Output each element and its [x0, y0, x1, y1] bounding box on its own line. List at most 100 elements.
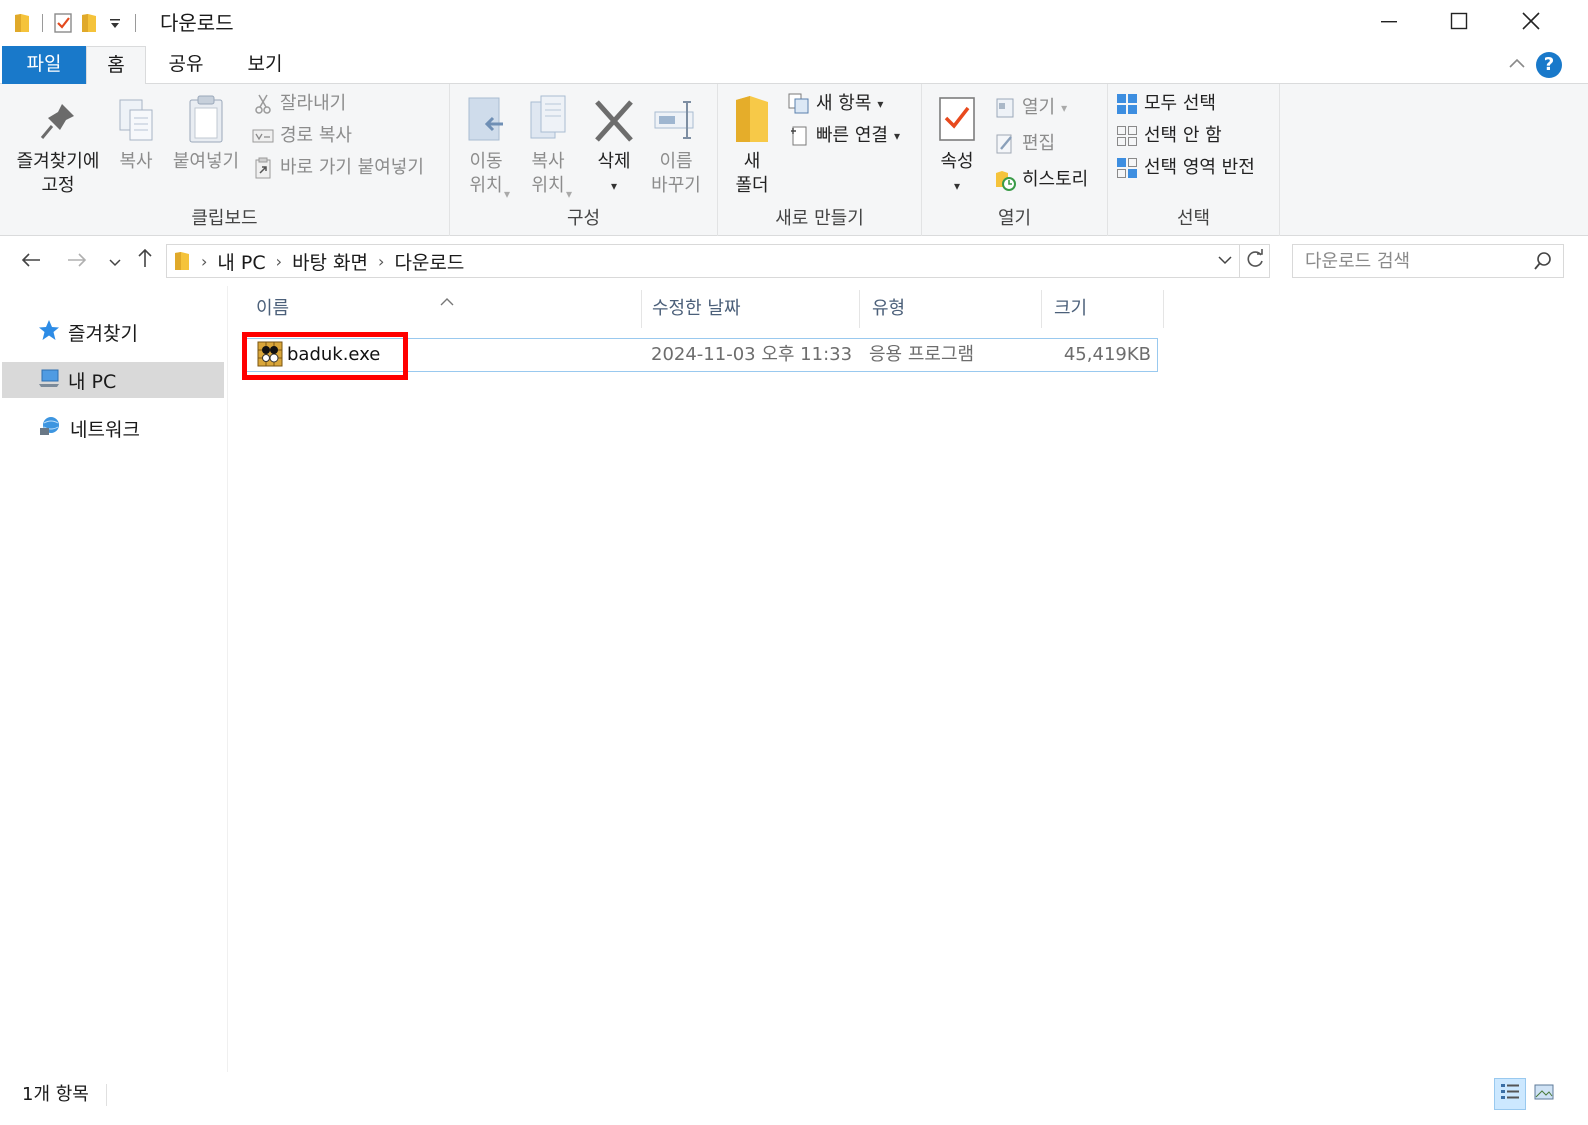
minimize-icon: [1380, 12, 1398, 34]
address-bar[interactable]: › 내 PC › 바탕 화면 › 다운로드: [166, 244, 1270, 278]
qat-separator: [42, 14, 43, 32]
caret-down-icon: ▾: [953, 179, 961, 193]
column-header-date-modified[interactable]: 수정한 날짜: [640, 290, 860, 328]
tab-share[interactable]: 공유: [156, 46, 216, 84]
minimize-button[interactable]: [1354, 0, 1424, 46]
new-folder-button[interactable]: 새 폴더: [726, 92, 778, 198]
item-count: 1개 항목: [22, 1084, 89, 1105]
delete-button[interactable]: 삭제 ▾: [586, 92, 642, 198]
invert-selection-button[interactable]: 선택 영역 반전: [1116, 154, 1255, 182]
properties-check-icon: [933, 92, 981, 144]
tab-view[interactable]: 보기: [232, 46, 298, 84]
recent-locations-button[interactable]: [100, 246, 130, 276]
copy-button[interactable]: 복사: [108, 92, 164, 174]
properties-icon[interactable]: [53, 12, 73, 34]
navigation-bar: › 내 PC › 바탕 화면 › 다운로드: [0, 236, 1588, 286]
file-row[interactable]: baduk.exe 2024-11-03 오후 11:33 응용 프로그램 45…: [244, 338, 1158, 372]
easy-access-button[interactable]: 빠른 연결 ▾: [788, 122, 900, 150]
select-none-button[interactable]: 선택 안 함: [1116, 122, 1222, 150]
new-item-label: 새 항목: [816, 93, 872, 114]
invert-selection-label: 선택 영역 반전: [1144, 157, 1255, 178]
pin-to-quick-access-button[interactable]: 즐겨찾기에 고정: [8, 92, 108, 198]
star-icon: [38, 319, 60, 346]
new-item-icon: [788, 93, 810, 115]
quick-access-toolbar: [12, 10, 140, 36]
history-button[interactable]: 히스토리: [994, 166, 1088, 194]
file-name: baduk.exe: [287, 344, 381, 365]
paste-label: 붙여넣기: [172, 151, 240, 172]
column-header-label: 수정한 날짜: [652, 298, 741, 319]
select-all-icon: [1116, 93, 1138, 115]
select-all-button[interactable]: 모두 선택: [1116, 90, 1216, 118]
column-header-label: 크기: [1054, 298, 1088, 319]
tab-file[interactable]: 파일: [2, 46, 86, 84]
chevron-down-icon: [1218, 253, 1232, 269]
copy-to-button[interactable]: 복사 위치 ▾: [518, 92, 578, 201]
arrow-right-icon: [67, 249, 87, 274]
network-icon: [38, 415, 62, 442]
collapse-ribbon-button[interactable]: [1504, 50, 1530, 76]
nav-item-network[interactable]: 네트워크: [2, 410, 224, 446]
paste-shortcut-button[interactable]: 바로 가기 붙여넣기: [252, 154, 424, 182]
select-group: 모두 선택 선택 안 함 선택 영역 반전 선택: [1108, 84, 1280, 236]
open-group: 속성 ▾ 열기 ▾ 편집 히스토리 열기: [922, 84, 1108, 236]
details-view-button[interactable]: [1494, 1078, 1526, 1110]
open-button[interactable]: 열기 ▾: [994, 94, 1067, 122]
chevron-right-icon[interactable]: ›: [378, 252, 384, 271]
clipboard-group: 즐겨찾기에 고정 복사 붙여넣기 잘라내기 경로 복사 바로 가기 붙여넣기 클…: [0, 84, 450, 236]
search-box[interactable]: [1292, 244, 1564, 278]
nav-item-this-pc[interactable]: 내 PC: [2, 362, 224, 398]
delete-x-icon: [590, 92, 638, 144]
address-dropdown-button[interactable]: [1211, 253, 1239, 269]
search-input[interactable]: [1293, 245, 1513, 277]
tab-home[interactable]: 홈: [86, 46, 146, 85]
file-list: 이름 수정한 날짜 유형 크기 baduk.exe 2024-11-03 오후 …: [240, 290, 1580, 1070]
file-size: 45,419KB: [1063, 344, 1151, 365]
rename-button[interactable]: 이름 바꾸기: [646, 92, 706, 198]
paste-button[interactable]: 붙여넣기: [164, 92, 248, 174]
column-header-name[interactable]: 이름: [244, 290, 642, 328]
folder-icon[interactable]: [12, 12, 32, 34]
new-folder-icon[interactable]: [79, 12, 99, 34]
help-button[interactable]: ?: [1536, 52, 1562, 78]
forward-button[interactable]: [62, 246, 92, 276]
window-title: 다운로드: [160, 11, 234, 35]
breadcrumb-desktop[interactable]: 바탕 화면: [292, 248, 368, 275]
copy-path-button[interactable]: 경로 복사: [252, 122, 352, 150]
select-none-label: 선택 안 함: [1144, 125, 1222, 146]
column-header-type[interactable]: 유형: [860, 290, 1042, 328]
customize-dropdown-icon[interactable]: [105, 12, 125, 34]
copy-path-icon: [252, 125, 274, 147]
new-folder-icon: [728, 92, 776, 144]
properties-button[interactable]: 속성 ▾: [932, 92, 982, 198]
chevron-right-icon[interactable]: ›: [201, 252, 207, 271]
breadcrumb-this-pc[interactable]: 내 PC: [217, 248, 265, 275]
edit-button[interactable]: 편집: [994, 130, 1055, 158]
properties-label: 속성: [940, 151, 974, 172]
caret-down-icon: ▾: [566, 187, 573, 201]
chevron-right-icon[interactable]: ›: [276, 252, 282, 271]
history-icon: [994, 169, 1016, 191]
sort-ascending-icon: [440, 284, 454, 322]
refresh-button[interactable]: [1239, 245, 1269, 277]
easy-access-label: 빠른 연결: [816, 125, 888, 146]
up-button[interactable]: [130, 246, 160, 276]
back-button[interactable]: [16, 246, 46, 276]
search-icon[interactable]: [1533, 251, 1553, 275]
maximize-button[interactable]: [1424, 0, 1494, 46]
folder-icon: [173, 251, 191, 271]
move-to-button[interactable]: 이동 위치 ▾: [456, 92, 516, 201]
arrow-up-icon: [137, 248, 153, 274]
close-button[interactable]: [1496, 0, 1566, 46]
cut-button[interactable]: 잘라내기: [252, 90, 346, 118]
large-icons-view-button[interactable]: [1528, 1078, 1560, 1110]
new-item-button[interactable]: 새 항목 ▾: [788, 90, 883, 118]
column-header-label: 유형: [872, 298, 906, 319]
delete-label: 삭제: [597, 151, 631, 172]
nav-item-quick-access[interactable]: 즐겨찾기: [2, 314, 224, 350]
file-date-modified: 2024-11-03 오후 11:33: [651, 344, 853, 365]
caret-down-icon: ▾: [1061, 101, 1068, 115]
column-header-size[interactable]: 크기: [1042, 290, 1164, 328]
easy-access-icon: [788, 125, 810, 147]
breadcrumb-downloads[interactable]: 다운로드: [394, 248, 464, 275]
